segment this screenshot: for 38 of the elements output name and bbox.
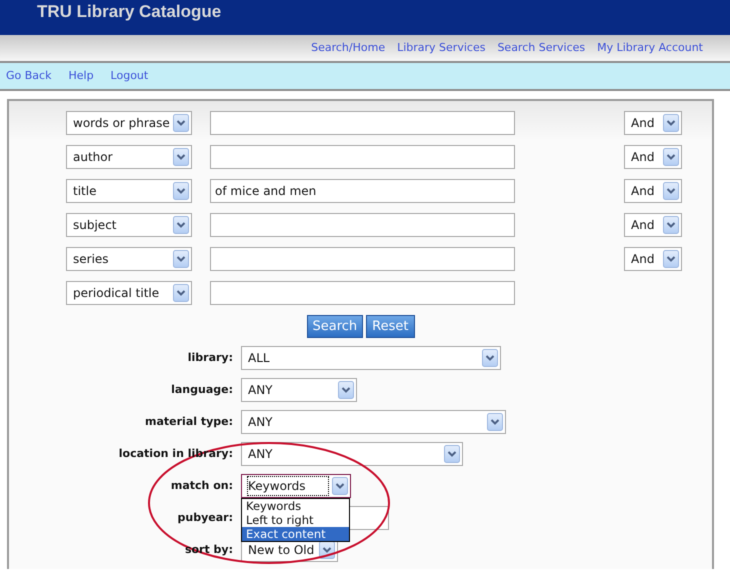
- nav-link[interactable]: Help: [68, 68, 94, 84]
- field-label: material type:: [144, 414, 233, 430]
- field-select[interactable]: words or phrase: [66, 111, 192, 135]
- search-input[interactable]: [210, 111, 515, 135]
- dropdown-option[interactable]: Exact content: [242, 527, 349, 541]
- field-select[interactable]: periodical title: [66, 281, 192, 305]
- dropdown-option[interactable]: Left to right: [242, 513, 349, 527]
- field-label: pubyear:: [176, 510, 233, 526]
- field-select[interactable]: series: [66, 247, 192, 271]
- operator-select[interactable]: And: [624, 179, 682, 203]
- operator-select[interactable]: And: [624, 111, 682, 135]
- field-select[interactable]: title: [66, 179, 192, 203]
- search-input[interactable]: [210, 247, 515, 271]
- filter-select[interactable]: ALL: [241, 346, 501, 370]
- search-input[interactable]: of mice and men: [210, 179, 515, 203]
- field-select[interactable]: subject: [66, 213, 192, 237]
- operator-select[interactable]: And: [624, 247, 682, 271]
- nav-link[interactable]: Search Services: [497, 40, 586, 56]
- field-label: library:: [186, 350, 233, 366]
- operator-select[interactable]: And: [624, 145, 682, 169]
- dropdown-option[interactable]: Keywords: [242, 499, 349, 513]
- filter-select[interactable]: ANY: [241, 410, 506, 434]
- search-input[interactable]: [210, 145, 515, 169]
- site-title: TRU Library Catalogue: [37, 2, 222, 21]
- nav-link[interactable]: Search/Home: [311, 40, 386, 56]
- filter-select[interactable]: Keywords: [241, 474, 351, 498]
- nav-link[interactable]: Library Services: [397, 40, 486, 56]
- filter-select[interactable]: ANY: [241, 442, 463, 466]
- nav-link[interactable]: My Library Account: [597, 40, 703, 56]
- field-label: match on:: [170, 478, 233, 494]
- field-select[interactable]: author: [66, 145, 192, 169]
- field-label: language:: [170, 382, 233, 398]
- nav-link[interactable]: Logout: [110, 68, 148, 84]
- search-input[interactable]: [210, 281, 515, 305]
- operator-select[interactable]: And: [624, 213, 682, 237]
- nav-link[interactable]: Go Back: [6, 68, 52, 84]
- search-input[interactable]: [210, 213, 515, 237]
- filter-select[interactable]: ANY: [241, 378, 357, 402]
